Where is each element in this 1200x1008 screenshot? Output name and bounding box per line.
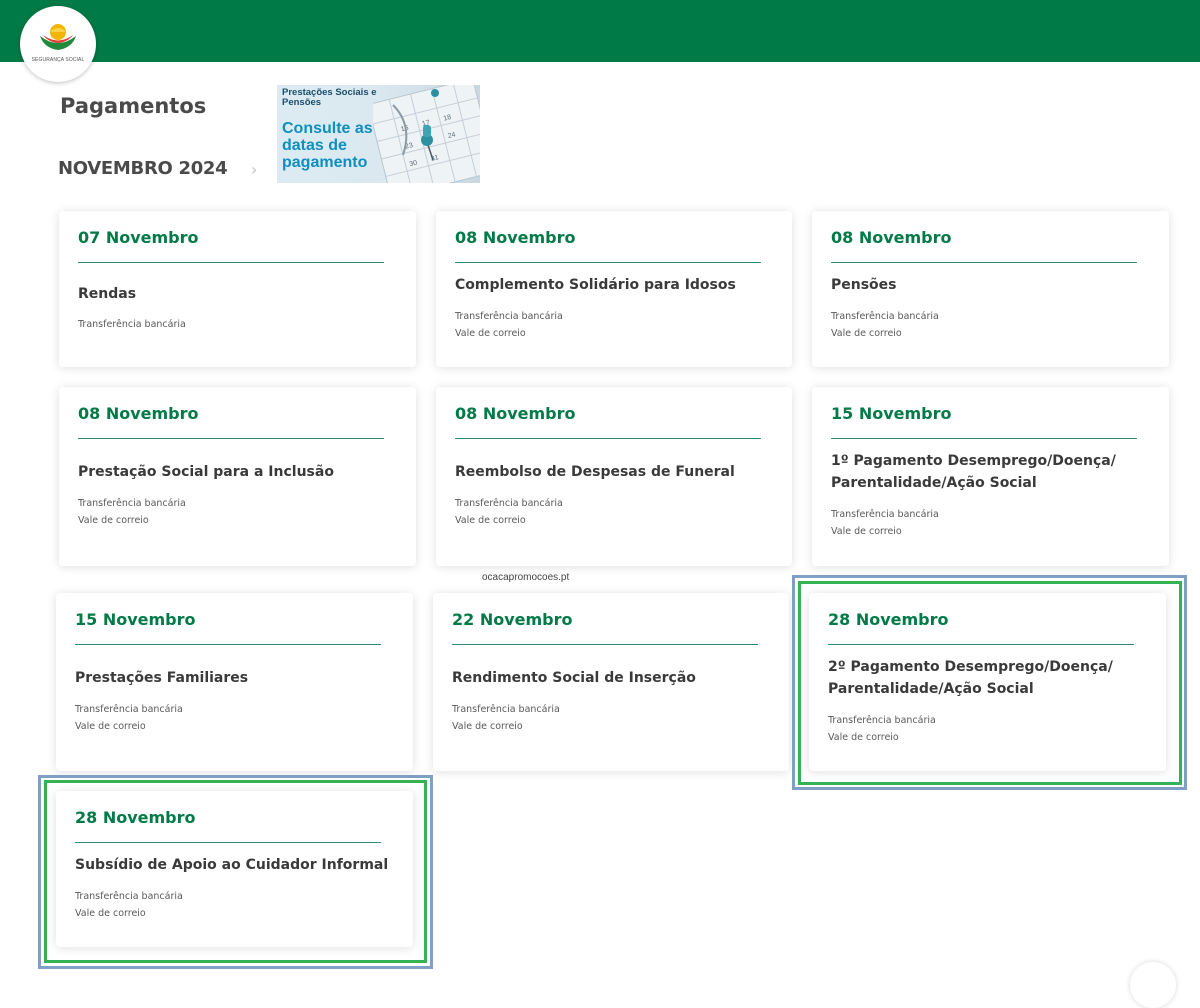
payment-card-familiares[interactable]: 15 Novembro Prestações Familiares Transf…: [56, 593, 413, 771]
card-divider: [75, 842, 381, 843]
card-date: 08 Novembro: [78, 404, 199, 423]
payment-card-pensoes[interactable]: 08 Novembro Pensões Transferência bancár…: [812, 211, 1169, 367]
card-divider: [78, 438, 384, 439]
card-title: Pensões: [831, 277, 897, 293]
card-date: 15 Novembro: [831, 404, 952, 423]
card-title: Complemento Solidário para Idosos: [455, 277, 736, 293]
payment-card-psi[interactable]: 08 Novembro Prestação Social para a Incl…: [59, 387, 416, 566]
card-date: 28 Novembro: [75, 808, 196, 827]
payment-method: Vale de correio: [75, 721, 146, 732]
card-title: Prestação Social para a Inclusão: [78, 464, 334, 480]
card-divider: [455, 262, 761, 263]
payment-card-rsi[interactable]: 22 Novembro Rendimento Social de Inserçã…: [433, 593, 789, 771]
card-payment-methods: Transferência bancária Vale de correio: [831, 506, 939, 540]
payment-method: Transferência bancária: [452, 704, 560, 715]
card-divider: [831, 438, 1137, 439]
scroll-top-button[interactable]: [1130, 962, 1176, 1008]
payment-method: Transferência bancária: [75, 891, 183, 902]
payment-method: Vale de correio: [831, 328, 902, 339]
card-payment-methods: Transferência bancária Vale de correio: [75, 888, 183, 922]
payment-method: Transferência bancária: [78, 319, 186, 330]
payment-method: Transferência bancária: [828, 715, 936, 726]
payment-card-rendas[interactable]: 07 Novembro Rendas Transferência bancári…: [59, 211, 416, 367]
card-payment-methods: Transferência bancária Vale de correio: [828, 712, 936, 746]
payment-method: Vale de correio: [831, 526, 902, 537]
card-date: 22 Novembro: [452, 610, 573, 629]
card-payment-methods: Transferência bancária Vale de correio: [75, 701, 183, 735]
card-payment-methods: Transferência bancária Vale de correio: [455, 308, 563, 342]
card-divider: [75, 644, 381, 645]
payment-card-csi[interactable]: 08 Novembro Complemento Solidário para I…: [436, 211, 792, 367]
card-date: 08 Novembro: [831, 228, 952, 247]
card-date: 15 Novembro: [75, 610, 196, 629]
card-title: Reembolso de Despesas de Funeral: [455, 464, 735, 480]
chevron-right-icon[interactable]: ›: [251, 160, 257, 179]
payment-method: Transferência bancária: [831, 509, 939, 520]
banner-big-text: Consulte as datas de pagamento: [282, 120, 373, 171]
card-payment-methods: Transferência bancária: [78, 316, 186, 333]
payment-method: Transferência bancária: [78, 498, 186, 509]
payment-method: Transferência bancária: [455, 311, 563, 322]
seguranca-social-logo[interactable]: SEGURANÇA SOCIAL: [20, 6, 96, 82]
payment-method: Vale de correio: [828, 732, 899, 743]
logo-emblem-icon: [40, 24, 76, 50]
card-title: Prestações Familiares: [75, 670, 249, 686]
card-title: 1º Pagamento Desemprego/Doença/ Parental…: [831, 453, 1116, 491]
card-title: 2º Pagamento Desemprego/Doença/ Parental…: [828, 659, 1113, 697]
payment-card-funeral[interactable]: 08 Novembro Reembolso de Despesas de Fun…: [436, 387, 792, 566]
payment-card-cuidador-informal[interactable]: 28 Novembro Subsídio de Apoio ao Cuidado…: [56, 791, 413, 947]
card-divider: [452, 644, 758, 645]
payment-method: Transferência bancária: [75, 704, 183, 715]
card-date: 28 Novembro: [828, 610, 949, 629]
card-payment-methods: Transferência bancária Vale de correio: [452, 701, 560, 735]
watermark: ocacapromocoes.pt: [482, 572, 570, 583]
card-title: Rendas: [78, 286, 137, 302]
month-title: NOVEMBRO 2024: [58, 158, 228, 179]
payment-method: Vale de correio: [452, 721, 523, 732]
payment-method: Vale de correio: [78, 515, 149, 526]
page-title: Pagamentos: [60, 94, 207, 118]
card-divider: [831, 262, 1137, 263]
card-title: Subsídio de Apoio ao Cuidador Informal: [75, 857, 389, 873]
card-date: 08 Novembro: [455, 228, 576, 247]
card-payment-methods: Transferência bancária Vale de correio: [78, 495, 186, 529]
card-date: 08 Novembro: [455, 404, 576, 423]
card-divider: [455, 438, 761, 439]
card-divider: [828, 644, 1134, 645]
card-payment-methods: Transferência bancária Vale de correio: [831, 308, 939, 342]
payment-method: Transferência bancária: [455, 498, 563, 509]
payment-method: Transferência bancária: [831, 311, 939, 322]
payment-card-desemprego-2[interactable]: 28 Novembro 2º Pagamento Desemprego/Doen…: [809, 593, 1166, 771]
card-title: Rendimento Social de Inserção: [452, 670, 696, 686]
banner-small-text: Prestações Sociais e Pensões: [282, 87, 377, 108]
payment-method: Vale de correio: [455, 328, 526, 339]
card-date: 07 Novembro: [78, 228, 199, 247]
payment-method: Vale de correio: [75, 908, 146, 919]
card-payment-methods: Transferência bancária Vale de correio: [455, 495, 563, 529]
payment-card-desemprego-1[interactable]: 15 Novembro 1º Pagamento Desemprego/Doen…: [812, 387, 1169, 566]
card-divider: [78, 262, 384, 263]
payment-method: Vale de correio: [455, 515, 526, 526]
payment-dates-banner[interactable]: 16 17 18 23 24 30 31 Prestações Sociais e Pe…: [277, 85, 480, 183]
logo-text: SEGURANÇA SOCIAL: [31, 57, 85, 63]
top-bar: [0, 0, 1200, 62]
